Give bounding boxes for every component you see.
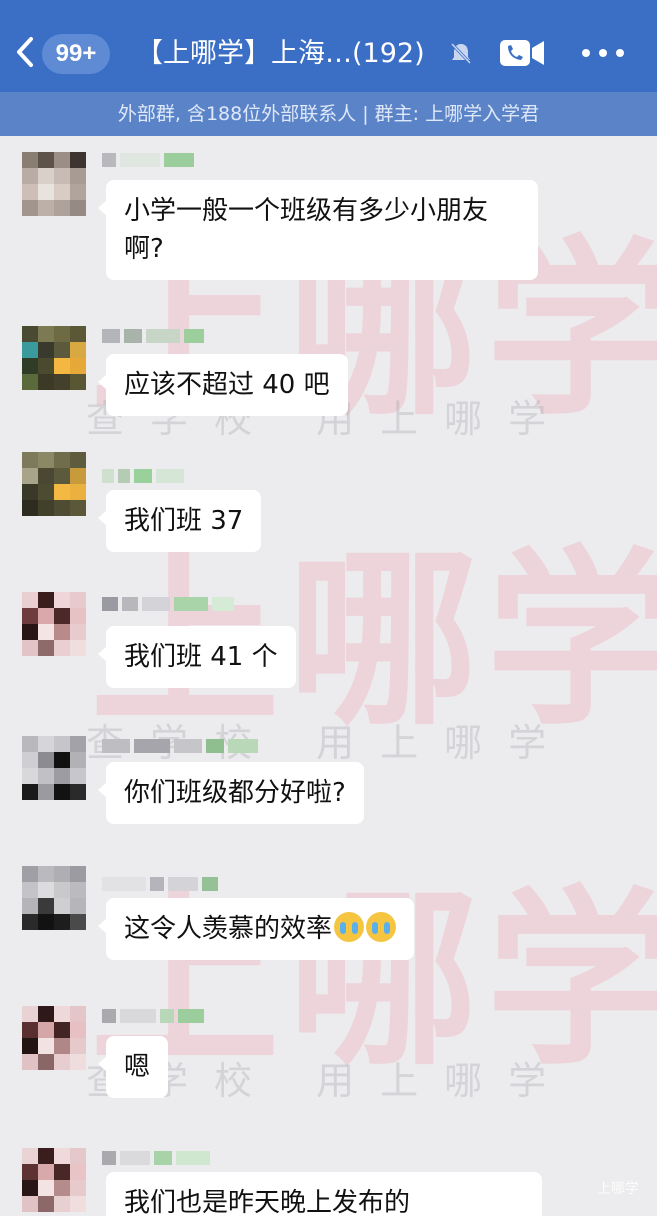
avatar[interactable] [22,736,86,800]
crying-face-icon [334,912,365,942]
sender-name [102,876,218,892]
avatar[interactable] [22,452,86,516]
chevron-left-icon [17,37,33,67]
avatar[interactable] [22,1006,86,1070]
chat-title[interactable]: 【上哪学】上海…(192) [136,34,425,74]
message-bubble[interactable]: 这令人羡慕的效率 [97,898,415,960]
message-bubble[interactable]: 我们班 37 [97,490,262,552]
back-button[interactable] [8,30,42,74]
message-bubble[interactable]: 嗯 [97,1036,169,1098]
sender-name [102,738,258,754]
watermark: 上哪学 [90,870,657,1091]
video-call-icon[interactable] [498,36,546,70]
corner-watermark: 上哪学 [597,1181,639,1197]
group-info-bar[interactable]: 外部群, 含188位外部联系人 | 群主: 上哪学入学君 [0,92,657,136]
avatar[interactable] [22,866,86,930]
bell-muted-icon [450,42,472,65]
message-bubble[interactable]: 你们班级都分好啦? [98,762,364,824]
message-list[interactable]: 上哪学 上哪学 上哪学 查学校 用上哪学 查学校 用上哪学 查学校 用上哪学 小… [0,136,657,1216]
sender-name [102,1150,210,1166]
sender-name [102,596,234,612]
avatar[interactable] [22,152,86,216]
message-bubble[interactable]: 我们也是昨天晚上发布的 [106,1172,542,1216]
sender-name [102,152,194,168]
sender-name [102,1008,204,1024]
unread-count-badge[interactable]: 99+ [42,34,110,74]
avatar[interactable] [22,326,86,390]
message-bubble[interactable]: 应该不超过 40 吧 [98,354,348,416]
sender-name [102,328,204,344]
sender-name [102,468,184,484]
message-bubble[interactable]: 我们班 41 个 [98,626,296,688]
more-dots-icon[interactable] [582,38,624,68]
chat-header: 99+ 【上哪学】上海…(192) [0,0,657,92]
avatar[interactable] [22,592,86,656]
crying-face-icon [366,912,397,942]
message-bubble[interactable]: 小学一般一个班级有多少小朋友啊? [98,180,538,280]
message-text: 这令人羡慕的效率 [124,914,333,944]
avatar[interactable] [22,1148,86,1212]
